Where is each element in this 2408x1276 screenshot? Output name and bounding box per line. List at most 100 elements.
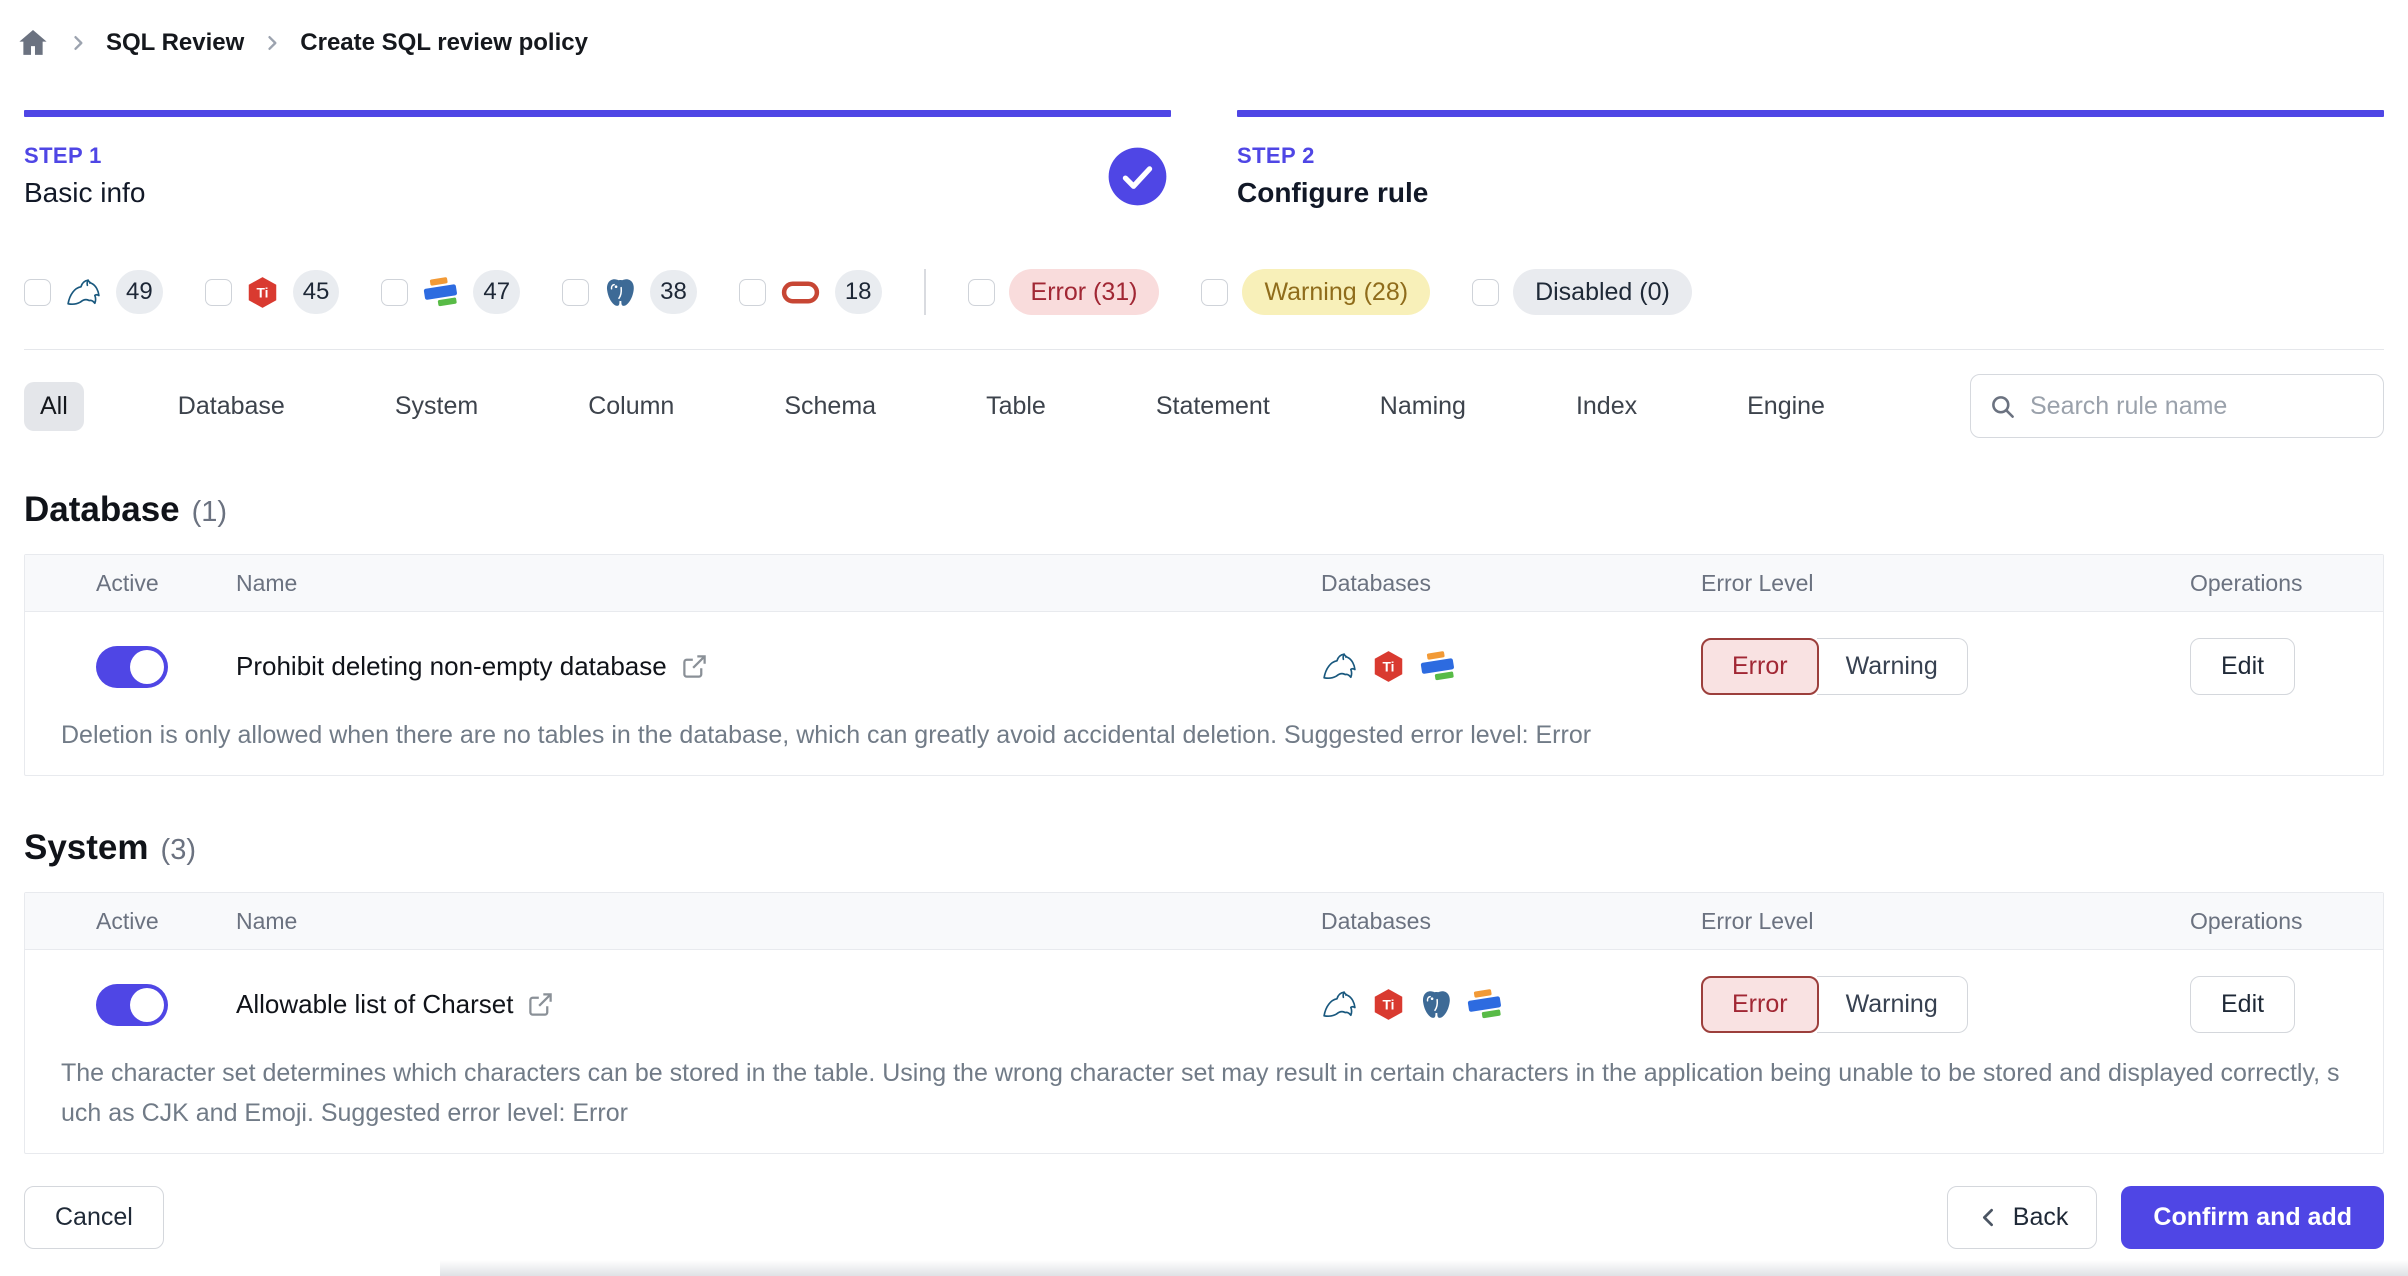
external-link-icon[interactable] bbox=[681, 653, 708, 680]
rule-description: Deletion is only allowed when there are … bbox=[61, 721, 1592, 749]
cancel-button[interactable]: Cancel bbox=[24, 1185, 164, 1249]
tab-table[interactable]: Table bbox=[970, 382, 1062, 431]
create-sql-review-policy-page: SQL Review Create SQL review policy STEP… bbox=[0, 0, 2408, 1276]
external-link-icon[interactable] bbox=[527, 991, 554, 1018]
rule-row-container: Allowable list of Charset Ti Error Warning E… bbox=[25, 950, 2383, 1153]
error-level-segmented-control: Error Warning bbox=[1701, 976, 2156, 1033]
confirm-and-add-button[interactable]: Confirm and add bbox=[2121, 1185, 2384, 1249]
level-option-warning-button[interactable]: Warning bbox=[1816, 638, 1968, 695]
search-icon bbox=[1989, 393, 2016, 420]
chevron-right-icon bbox=[68, 33, 88, 53]
tab-schema[interactable]: Schema bbox=[768, 382, 892, 431]
rule-section-system: System (3) Active Name Databases Error Level O… bbox=[24, 828, 2384, 1154]
level-filter-group: Error (31) Warning (28) Disabled (0) bbox=[967, 269, 1692, 315]
tab-statement[interactable]: Statement bbox=[1140, 382, 1286, 431]
rules-table: Active Name Databases Error Level Operations… bbox=[24, 892, 2384, 1154]
postgresql-icon bbox=[1419, 988, 1452, 1021]
rule-active-toggle[interactable] bbox=[96, 983, 168, 1026]
engine-filter-oracle[interactable]: 18 bbox=[738, 270, 882, 314]
step-complete-check-icon bbox=[1106, 145, 1169, 208]
step-2-label: STEP 2 bbox=[1237, 143, 1315, 168]
home-icon[interactable] bbox=[16, 26, 50, 60]
column-header-error-level: Error Level bbox=[1701, 907, 1814, 934]
engine-filter-checkbox[interactable] bbox=[204, 278, 232, 306]
level-option-error-button[interactable]: Error bbox=[1701, 638, 1819, 695]
tab-database[interactable]: Database bbox=[162, 382, 301, 431]
postgresql-icon bbox=[603, 276, 636, 309]
engine-filter-mysql[interactable]: 49 bbox=[24, 270, 163, 314]
tab-column[interactable]: Column bbox=[572, 382, 690, 431]
level-filter-checkbox[interactable] bbox=[1472, 278, 1500, 306]
category-tab-bar: All Database System Column Schema Table Statem… bbox=[24, 374, 2384, 438]
engine-rule-count-badge: 38 bbox=[650, 270, 697, 314]
rule-section-database: Database (1) Active Name Databases Error Leve… bbox=[24, 490, 2384, 776]
column-header-operations: Operations bbox=[2190, 907, 2303, 934]
chevron-left-icon bbox=[1976, 1205, 2001, 1230]
step-1[interactable]: STEP 1 Basic info bbox=[24, 110, 1171, 209]
engine-filter-oceanbase[interactable]: 47 bbox=[381, 270, 521, 314]
engine-filter-postgresql[interactable]: 38 bbox=[562, 270, 697, 314]
level-option-warning-button[interactable]: Warning bbox=[1816, 976, 1968, 1033]
section-rule-count: (3) bbox=[160, 834, 196, 866]
tab-system[interactable]: System bbox=[379, 382, 494, 431]
filters-divider-line bbox=[24, 349, 2384, 350]
engine-filter-checkbox[interactable] bbox=[738, 278, 766, 306]
tidb-icon: Ti bbox=[1372, 650, 1405, 683]
level-filter-checkbox[interactable] bbox=[967, 278, 995, 306]
engine-filter-group: 49 Ti 45 47 38 18 bbox=[24, 270, 882, 314]
engine-rule-count-badge: 49 bbox=[116, 270, 163, 314]
rule-name: Allowable list of Charset bbox=[236, 989, 514, 1019]
tidb-icon: Ti bbox=[1372, 988, 1405, 1021]
search-input[interactable] bbox=[2030, 391, 2365, 421]
filter-divider bbox=[923, 269, 926, 315]
search-box[interactable] bbox=[1970, 374, 2384, 438]
section-heading: System (3) bbox=[24, 828, 2384, 868]
rule-databases: Ti bbox=[1321, 650, 1701, 683]
breadcrumb-current-page: Create SQL review policy bbox=[300, 29, 588, 56]
edit-button[interactable]: Edit bbox=[2190, 976, 2296, 1033]
back-button-label: Back bbox=[2012, 1202, 2069, 1231]
section-title: Database bbox=[24, 490, 180, 529]
back-button[interactable]: Back bbox=[1946, 1185, 2098, 1249]
svg-text:Ti: Ti bbox=[1383, 659, 1395, 674]
level-filter-disabled[interactable]: Disabled (0) bbox=[1472, 269, 1692, 315]
tab-naming[interactable]: Naming bbox=[1364, 382, 1482, 431]
svg-text:Ti: Ti bbox=[1383, 997, 1395, 1012]
column-header-databases: Databases bbox=[1321, 569, 1431, 596]
engine-rule-count-badge: 18 bbox=[834, 270, 882, 314]
oceanbase-icon bbox=[1419, 650, 1456, 683]
column-header-name: Name bbox=[236, 569, 298, 596]
tab-engine[interactable]: Engine bbox=[1731, 382, 1841, 431]
rule-databases: Ti bbox=[1321, 988, 1701, 1021]
column-header-active: Active bbox=[96, 907, 159, 934]
section-heading: Database (1) bbox=[24, 490, 2384, 530]
tab-all[interactable]: All bbox=[24, 381, 84, 431]
mysql-icon bbox=[1321, 989, 1358, 1020]
rule-row: Allowable list of Charset Ti Error Warning E… bbox=[25, 976, 2383, 1033]
breadcrumb-sql-review[interactable]: SQL Review bbox=[106, 29, 244, 57]
mysql-icon bbox=[1321, 651, 1358, 682]
engine-filter-checkbox[interactable] bbox=[24, 278, 51, 306]
rule-description: The character set determines which chara… bbox=[61, 1059, 2340, 1127]
rule-active-toggle[interactable] bbox=[96, 645, 168, 688]
level-filter-pill-warning: Warning (28) bbox=[1242, 269, 1431, 315]
filter-bar: 49 Ti 45 47 38 18 Error (31) Warning (28) Disab… bbox=[24, 269, 2384, 315]
column-header-active: Active bbox=[96, 569, 159, 596]
level-filter-error[interactable]: Error (31) bbox=[967, 269, 1160, 315]
level-filter-warning[interactable]: Warning (28) bbox=[1201, 269, 1431, 315]
engine-filter-checkbox[interactable] bbox=[381, 278, 409, 306]
tidb-icon: Ti bbox=[246, 276, 279, 309]
engine-filter-tidb[interactable]: Ti 45 bbox=[204, 270, 340, 314]
level-filter-checkbox[interactable] bbox=[1201, 278, 1229, 306]
error-level-segmented-control: Error Warning bbox=[1701, 638, 2156, 695]
section-rule-count: (1) bbox=[191, 496, 228, 528]
engine-rule-count-badge: 47 bbox=[473, 270, 521, 314]
edit-button[interactable]: Edit bbox=[2190, 638, 2296, 695]
step-2[interactable]: STEP 2 Configure rule bbox=[1237, 110, 2384, 209]
level-option-error-button[interactable]: Error bbox=[1701, 976, 1819, 1033]
engine-filter-checkbox[interactable] bbox=[562, 278, 590, 306]
column-header-name: Name bbox=[236, 907, 298, 934]
rule-name: Prohibit deleting non-empty database bbox=[236, 651, 667, 681]
section-title: System bbox=[24, 828, 149, 867]
tab-index[interactable]: Index bbox=[1560, 382, 1653, 431]
